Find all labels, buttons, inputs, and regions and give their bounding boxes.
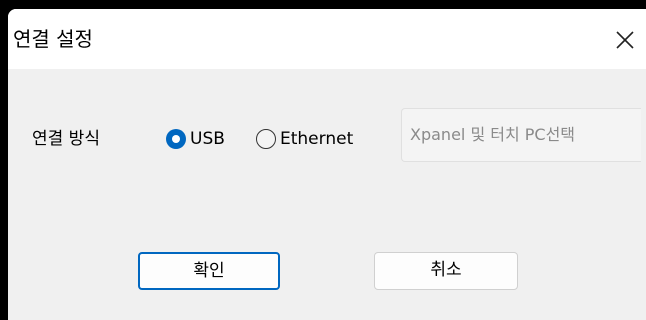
usb-radio-indicator[interactable] — [166, 129, 186, 149]
close-icon — [616, 31, 634, 49]
connection-settings-dialog: 연결 설정 연결 방식 USB Ethernet Xpanel 및 터치 PC선… — [8, 9, 646, 320]
close-button[interactable] — [608, 23, 642, 57]
dialog-title: 연결 설정 — [13, 27, 93, 51]
cancel-button[interactable]: 취소 — [374, 252, 518, 290]
ethernet-radio-label[interactable]: Ethernet — [280, 127, 353, 151]
usb-radio-label[interactable]: USB — [190, 127, 225, 151]
ok-button[interactable]: 확인 — [138, 252, 280, 290]
ethernet-radio-indicator[interactable] — [256, 129, 276, 149]
title-bar: 연결 설정 — [8, 9, 646, 69]
device-select-button[interactable]: Xpanel 및 터치 PC선택 — [401, 108, 641, 162]
connection-method-label: 연결 방식 — [32, 129, 100, 149]
